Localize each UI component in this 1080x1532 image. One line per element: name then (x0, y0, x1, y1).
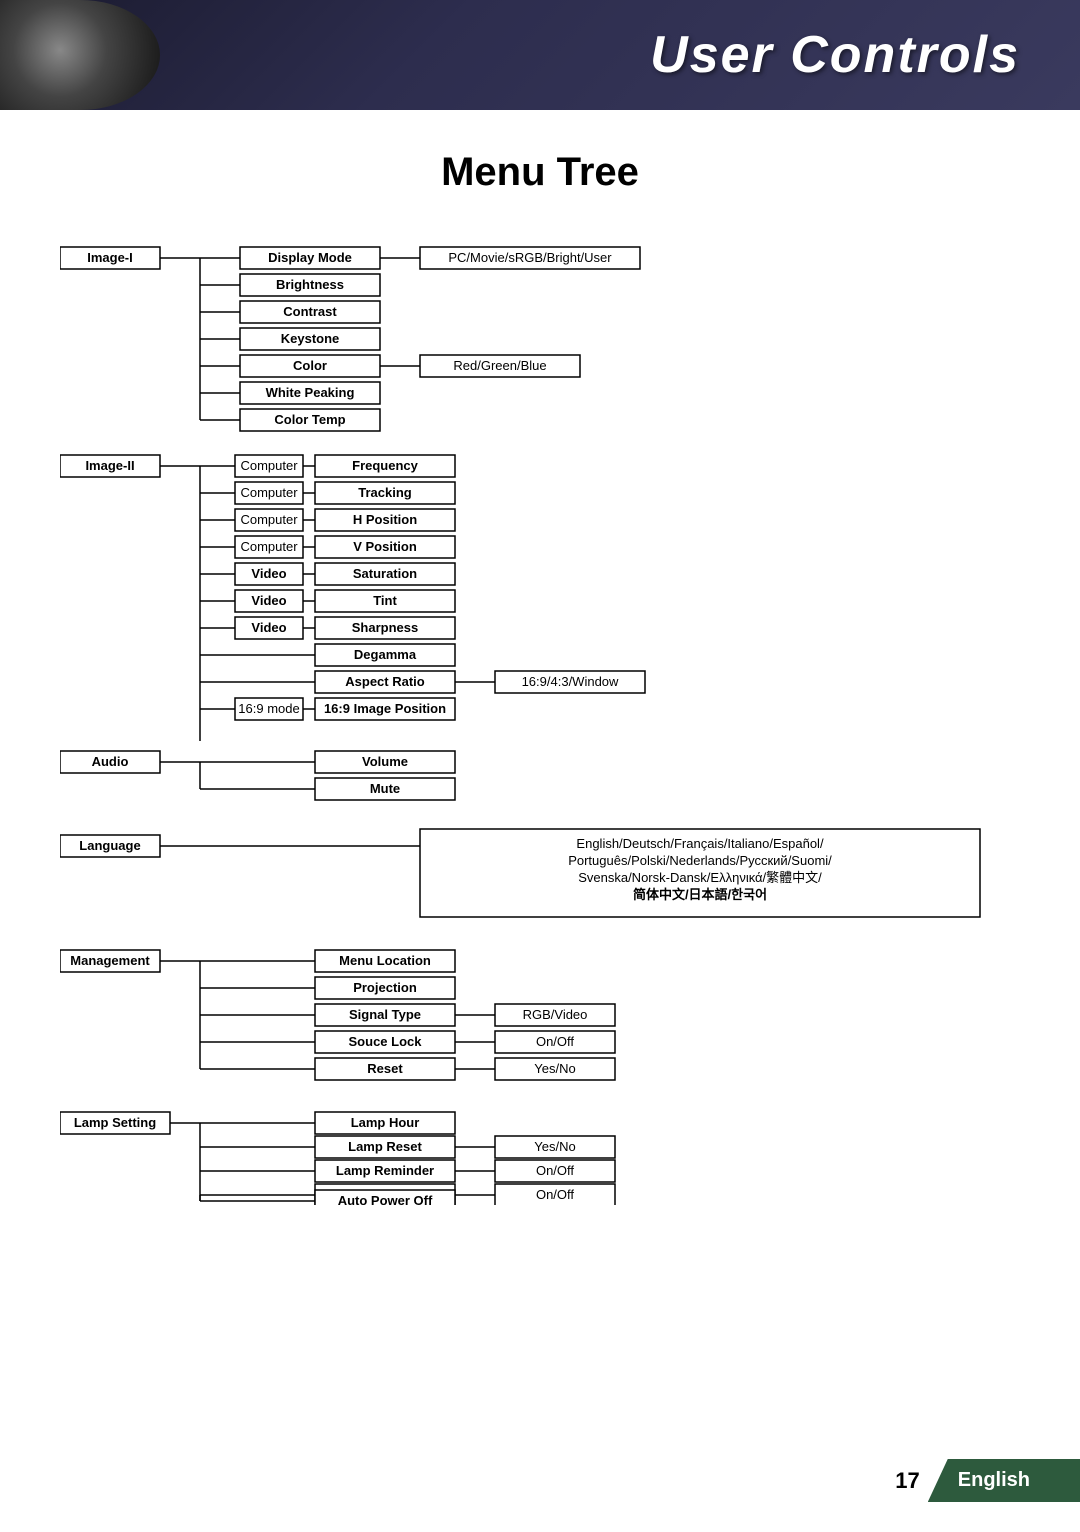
svg-text:Brightness: Brightness (276, 277, 344, 292)
svg-text:Lamp Setting: Lamp Setting (74, 1115, 156, 1130)
svg-text:Aspect Ratio: Aspect Ratio (345, 674, 425, 689)
svg-text:PC/Movie/sRGB/Bright/User: PC/Movie/sRGB/Bright/User (448, 250, 612, 265)
svg-text:Menu Location: Menu Location (339, 953, 431, 968)
svg-text:Keystone: Keystone (281, 331, 340, 346)
svg-text:Svenska/Norsk-Dansk/Ελληνικά/繁: Svenska/Norsk-Dansk/Ελληνικά/繁體中文/ (578, 870, 822, 885)
svg-text:Image-II: Image-II (85, 458, 134, 473)
page-title: User Controls (650, 25, 1020, 85)
header: User Controls (0, 0, 1080, 110)
svg-text:Mute: Mute (370, 781, 400, 796)
svg-text:Yes/No: Yes/No (534, 1139, 575, 1154)
svg-text:Audio: Audio (92, 754, 129, 769)
svg-text:Degamma: Degamma (354, 647, 417, 662)
svg-text:Computer: Computer (240, 512, 298, 527)
svg-text:Language: Language (79, 838, 140, 853)
section-title: Menu Tree (60, 150, 1020, 195)
svg-text:Lamp Hour: Lamp Hour (351, 1115, 420, 1130)
svg-text:16:9 mode: 16:9 mode (238, 701, 299, 716)
svg-text:Video: Video (251, 593, 286, 608)
page-number: 17 (895, 1468, 919, 1494)
svg-text:RGB/Video: RGB/Video (523, 1007, 588, 1022)
svg-text:On/Off: On/Off (536, 1187, 574, 1202)
menu-tree: Image-I Display Mode PC/Movie/sRGB/Brigh… (60, 235, 1020, 1210)
svg-text:Lamp Reminder: Lamp Reminder (336, 1163, 434, 1178)
svg-text:Color: Color (293, 358, 327, 373)
svg-text:Saturation: Saturation (353, 566, 417, 581)
svg-text:Computer: Computer (240, 539, 298, 554)
language-badge: English (928, 1459, 1080, 1502)
svg-text:Computer: Computer (240, 485, 298, 500)
svg-text:16:9 Image Position: 16:9 Image Position (324, 701, 446, 716)
svg-text:Tint: Tint (373, 593, 397, 608)
svg-text:White Peaking: White Peaking (266, 385, 355, 400)
menu-tree-svg: Image-I Display Mode PC/Movie/sRGB/Brigh… (60, 235, 1020, 1205)
lens-decoration (0, 0, 160, 110)
svg-text:Tracking: Tracking (358, 485, 412, 500)
svg-text:Image-I: Image-I (87, 250, 133, 265)
svg-text:Color Temp: Color Temp (274, 412, 345, 427)
svg-text:On/Off: On/Off (536, 1163, 574, 1178)
svg-text:Lamp Reset: Lamp Reset (348, 1139, 422, 1154)
page-content: Menu Tree Image-I Display Mode PC/Movie/… (0, 110, 1080, 1250)
svg-text:On/Off: On/Off (536, 1034, 574, 1049)
svg-text:Red/Green/Blue: Red/Green/Blue (453, 358, 546, 373)
svg-text:Signal Type: Signal Type (349, 1007, 421, 1022)
svg-text:Video: Video (251, 620, 286, 635)
svg-text:H Position: H Position (353, 512, 417, 527)
svg-text:Volume: Volume (362, 754, 408, 769)
svg-text:Frequency: Frequency (352, 458, 419, 473)
svg-text:Contrast: Contrast (283, 304, 337, 319)
svg-text:Projection: Projection (353, 980, 417, 995)
footer: 17 English (895, 1459, 1080, 1502)
svg-text:Auto Power Off: Auto Power Off (338, 1193, 433, 1205)
svg-text:English/Deutsch/Français/Itali: English/Deutsch/Français/Italiano/Españo… (576, 836, 824, 851)
svg-text:Yes/No: Yes/No (534, 1061, 575, 1076)
svg-text:V Position: V Position (353, 539, 417, 554)
svg-text:Display Mode: Display Mode (268, 250, 352, 265)
svg-text:Sharpness: Sharpness (352, 620, 418, 635)
svg-text:Português/Polski/Nederlands/Ру: Português/Polski/Nederlands/Русский/Suom… (568, 853, 832, 868)
svg-text:Management: Management (70, 953, 150, 968)
svg-text:16:9/4:3/Window: 16:9/4:3/Window (522, 674, 619, 689)
svg-text:Souce Lock: Souce Lock (349, 1034, 423, 1049)
svg-text:Reset: Reset (367, 1061, 403, 1076)
svg-text:Computer: Computer (240, 458, 298, 473)
svg-text:简体中文/日本語/한국어: 简体中文/日本語/한국어 (633, 887, 767, 902)
svg-text:Video: Video (251, 566, 286, 581)
